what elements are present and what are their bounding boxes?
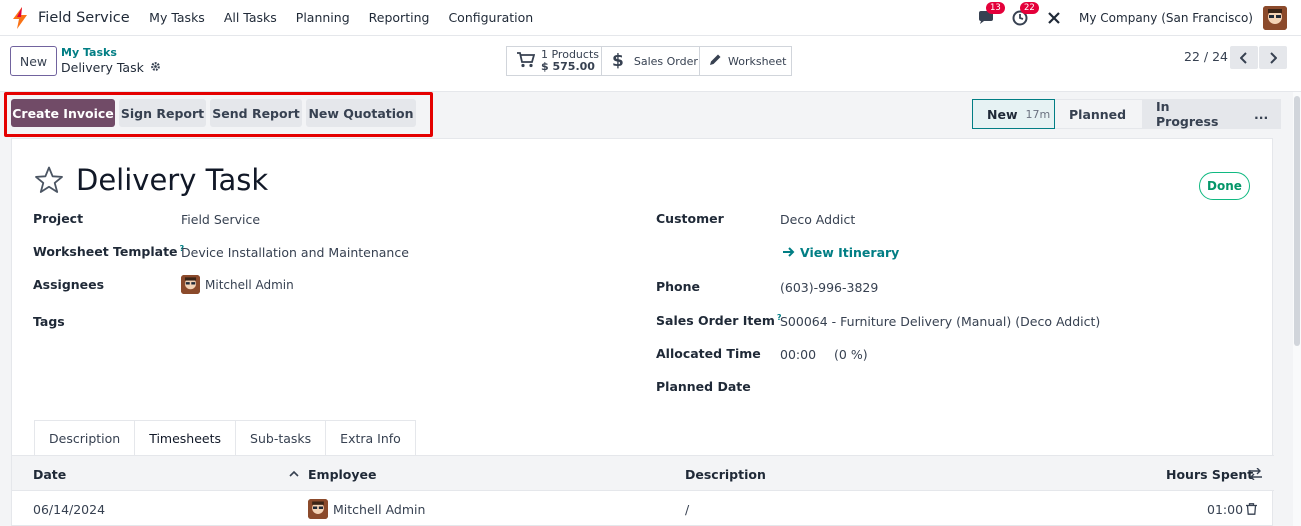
sales-order-label: Sales Order — [633, 54, 698, 68]
timesheet-header: Date Employee Description Hours Spent — [12, 455, 1274, 491]
clock-icon[interactable]: 22 — [1009, 2, 1039, 29]
view-itinerary-label: View Itinerary — [800, 245, 900, 260]
allocated-time-value[interactable]: 00:00 (0 %) — [780, 347, 868, 362]
chat-icon[interactable]: 13 — [975, 2, 1005, 29]
top-navbar: Field Service My Tasks All Tasks Plannin… — [0, 0, 1301, 36]
column-date[interactable]: Date — [33, 456, 66, 492]
products-smart-button[interactable]: 1 Products $ 575.00 — [506, 46, 602, 76]
task-title[interactable]: Delivery Task — [76, 163, 268, 197]
worksheet-template-label: Worksheet Template? — [33, 244, 184, 259]
sort-icon[interactable] — [289, 456, 299, 492]
new-button[interactable]: New — [10, 46, 57, 76]
allocated-time-label: Allocated Time — [656, 346, 761, 361]
sales-order-item-label-text: Sales Order Item — [656, 313, 775, 329]
stage-more[interactable]: ... — [1242, 99, 1281, 129]
tools-icon[interactable] — [1043, 7, 1065, 29]
user-avatar[interactable] — [1263, 6, 1287, 30]
stage-statusbar: New 17m Planned In Progress ... — [972, 99, 1281, 129]
sales-order-smart-button[interactable]: $ Sales Order — [601, 46, 700, 76]
stage-in-progress[interactable]: In Progress — [1142, 99, 1242, 129]
stage-planned[interactable]: Planned — [1055, 99, 1142, 129]
menu-reporting[interactable]: Reporting — [359, 10, 439, 25]
stage-new-duration: 17m — [1025, 107, 1051, 121]
stage-new-label: New — [987, 106, 1018, 122]
pencil-icon — [708, 53, 722, 70]
row-employee[interactable]: Mitchell Admin — [308, 491, 425, 526]
row-description[interactable]: / — [685, 491, 689, 526]
customer-value[interactable]: Deco Addict — [780, 212, 855, 227]
column-description[interactable]: Description — [685, 456, 766, 492]
tags-label: Tags — [33, 314, 65, 329]
control-panel: New My Tasks Delivery Task 1 Products $ … — [0, 36, 1301, 92]
worksheet-label: Worksheet — [728, 54, 787, 68]
pager-value[interactable]: 22 / 24 — [1184, 46, 1228, 68]
chevron-right-icon[interactable] — [1259, 46, 1287, 69]
tab-sub-tasks[interactable]: Sub-tasks — [235, 420, 327, 456]
arrow-right-icon — [783, 245, 795, 260]
stage-new[interactable]: New 17m — [972, 99, 1055, 129]
worksheet-template-value[interactable]: Device Installation and Maintenance — [181, 245, 409, 260]
table-row[interactable]: 06/14/2024 Mitchell Admin / 01:00 — [12, 491, 1274, 526]
cart-icon — [517, 51, 536, 71]
breadcrumb-current: Delivery Task — [61, 60, 161, 75]
bolt-icon[interactable] — [9, 6, 31, 29]
sales-order-item-label: Sales Order Item? — [656, 313, 782, 328]
row-employee-name: Mitchell Admin — [333, 501, 426, 517]
gear-icon[interactable] — [150, 60, 161, 75]
assignee-name: Mitchell Admin — [205, 277, 294, 292]
allocated-time-hours: 00:00 — [780, 347, 817, 362]
worksheet-smart-button[interactable]: Worksheet — [699, 46, 792, 76]
planned-date-label: Planned Date — [656, 379, 751, 394]
avatar — [181, 275, 200, 294]
column-employee[interactable]: Employee — [308, 456, 377, 492]
activity-badge: 22 — [1020, 2, 1039, 14]
breadcrumb-parent[interactable]: My Tasks — [61, 46, 117, 59]
row-hours[interactable]: 01:00 — [1207, 491, 1243, 526]
stage-in-progress-label: In Progress — [1156, 99, 1219, 129]
project-label: Project — [33, 211, 84, 226]
tab-timesheets[interactable]: Timesheets — [134, 420, 237, 456]
row-date[interactable]: 06/14/2024 — [33, 491, 105, 526]
customer-label: Customer — [656, 211, 724, 226]
avatar — [308, 499, 328, 519]
stage-more-label: ... — [1254, 106, 1269, 122]
phone-label: Phone — [656, 279, 701, 294]
stage-planned-label: Planned — [1069, 106, 1127, 122]
breadcrumb-current-label: Delivery Task — [61, 60, 144, 75]
sales-order-item-value[interactable]: S00064 - Furniture Delivery (Manual) (De… — [780, 314, 1100, 329]
chevron-left-icon[interactable] — [1230, 46, 1258, 69]
column-hours-spent[interactable]: Hours Spent — [1166, 456, 1253, 492]
tab-extra-info[interactable]: Extra Info — [325, 420, 416, 456]
scrollbar-thumb[interactable] — [1294, 96, 1300, 346]
allocated-time-percent: (0 %) — [834, 347, 868, 362]
highlight-box — [4, 92, 433, 137]
menu-my-tasks[interactable]: My Tasks — [140, 10, 215, 25]
menu-configuration[interactable]: Configuration — [439, 10, 543, 25]
products-amount: $ 575.00 — [541, 60, 595, 73]
adjust-icon[interactable] — [1249, 456, 1262, 492]
phone-value[interactable]: (603)-996-3829 — [780, 280, 878, 295]
dollar-icon: $ — [612, 51, 624, 71]
status-badge[interactable]: Done — [1199, 172, 1250, 200]
company-switcher[interactable]: My Company (San Francisco) — [1079, 11, 1253, 25]
trash-icon[interactable] — [1246, 491, 1257, 526]
worksheet-template-label-text: Worksheet Template — [33, 244, 178, 260]
assignees-value[interactable]: Mitchell Admin — [181, 275, 294, 294]
view-itinerary-link[interactable]: View Itinerary — [783, 245, 899, 260]
tab-description[interactable]: Description — [34, 420, 136, 456]
chat-badge: 13 — [986, 2, 1005, 14]
form-sheet: Delivery Task Done Project Field Service… — [11, 138, 1274, 526]
menu-planning[interactable]: Planning — [286, 10, 359, 25]
menu-all-tasks[interactable]: All Tasks — [214, 10, 286, 25]
star-icon[interactable] — [34, 166, 64, 198]
assignees-label: Assignees — [33, 277, 105, 292]
project-value[interactable]: Field Service — [181, 212, 260, 227]
notebook-tabs: Description Timesheets Sub-tasks Extra I… — [34, 420, 416, 456]
app-name[interactable]: Field Service — [38, 10, 130, 26]
